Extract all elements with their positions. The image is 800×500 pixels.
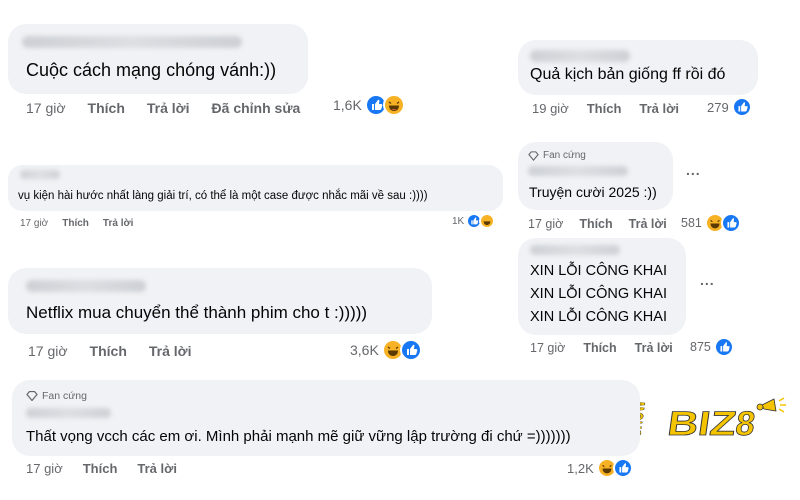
reaction-count[interactable]: 3,6K	[350, 339, 422, 361]
comment-time[interactable]: 17 giờ	[20, 218, 48, 229]
like-link[interactable]: Thích	[587, 101, 622, 116]
blurred-author-name	[26, 280, 146, 292]
edited-label: Đã chỉnh sửa	[211, 100, 301, 116]
like-link[interactable]: Thích	[579, 217, 612, 231]
comment-bubble	[8, 268, 432, 334]
like-reaction-icon	[399, 339, 422, 361]
comment-line: XIN LỖI CÔNG KHAI	[530, 286, 667, 302]
like-reaction-icon	[612, 458, 633, 478]
logo-text-8: 8	[733, 405, 757, 443]
reaction-count[interactable]: 279	[707, 97, 752, 117]
reply-link[interactable]: Trả lời	[147, 100, 190, 116]
reply-link[interactable]: Trả lời	[137, 461, 177, 476]
fan-badge-label: Fan cứng	[543, 150, 586, 161]
reaction-count[interactable]: 875	[690, 337, 734, 357]
like-link[interactable]: Thích	[583, 341, 616, 355]
reaction-count-value: 3,6K	[350, 342, 379, 358]
fan-badge: Fan cứng	[26, 390, 87, 402]
comment-time[interactable]: 17 giờ	[26, 100, 66, 116]
comment-line: XIN LỖI CÔNG KHAI	[530, 309, 667, 325]
megaphone-icon	[756, 397, 786, 413]
comment-meta: 17 giờ Thích Trả lời	[20, 218, 155, 229]
comment-time[interactable]: 17 giờ	[528, 217, 563, 231]
reply-link[interactable]: Trả lời	[103, 218, 133, 229]
reaction-count-value: 1K	[452, 215, 465, 227]
like-reaction-icon	[713, 337, 734, 357]
comment-bubble	[8, 24, 308, 94]
diamond-icon	[26, 391, 38, 401]
comment-time[interactable]: 19 giờ	[532, 101, 569, 116]
comment-text: Truyện cười 2025 :))	[529, 184, 657, 200]
comment-bubble	[8, 165, 503, 211]
comment-text: vụ kiện hài hước nhất làng giải trí, có …	[18, 190, 428, 202]
comment-meta: 17 giờ Thích Trả lời	[528, 217, 689, 231]
like-link[interactable]: Thích	[83, 461, 118, 476]
reaction-count[interactable]: 1,6K	[333, 94, 405, 116]
comment-text: Cuộc cách mạng chóng vánh:))	[26, 60, 277, 80]
reaction-count-value: 279	[707, 99, 729, 115]
comment-meta: 19 giờ Thích Trả lời	[532, 101, 701, 116]
blurred-author-name	[530, 50, 630, 62]
reply-link[interactable]: Trả lời	[635, 341, 673, 355]
comment-time[interactable]: 17 giờ	[26, 461, 63, 476]
blurred-author-name	[528, 166, 628, 176]
reply-link[interactable]: Trả lời	[149, 343, 192, 359]
comment-line: XIN LỖI CÔNG KHAI	[530, 263, 667, 279]
more-options-button[interactable]: ...	[700, 272, 715, 288]
reply-link[interactable]: Trả lời	[629, 217, 667, 231]
like-reaction-icon	[731, 97, 752, 117]
comment-text: Netflix mua chuyển thể thành phim cho t …	[26, 303, 368, 322]
like-reaction-icon	[720, 213, 741, 233]
reaction-count[interactable]: 1,2K	[567, 458, 633, 478]
reaction-count-value: 1,2K	[567, 460, 594, 476]
comment-meta: 17 giờ Thích Trả lời	[530, 341, 695, 355]
comment-text: Quả kịch bản giống ff rồi đó	[530, 66, 726, 83]
logo-text-show: SHOW	[640, 401, 650, 437]
comment-meta: 17 giờ Thích Trả lời Đã chỉnh sửa	[26, 100, 322, 116]
haha-reaction-icon	[479, 213, 496, 229]
comment-meta: 17 giờ Thích Trả lời	[26, 461, 199, 476]
comment-time[interactable]: 17 giờ	[530, 341, 565, 355]
reply-link[interactable]: Trả lời	[639, 101, 679, 116]
haha-reaction-icon	[382, 94, 405, 116]
like-link[interactable]: Thích	[90, 343, 127, 359]
blurred-author-name	[530, 245, 620, 255]
like-link[interactable]: Thích	[62, 218, 89, 229]
showbiz-logo: SHOW BIZ 8	[620, 395, 790, 450]
comment-text: Thất vọng vcch các em ơi. Mình phải mạnh…	[26, 428, 571, 445]
comment-meta: 17 giờ Thích Trả lời	[28, 343, 214, 359]
reaction-count[interactable]: 581	[681, 213, 741, 233]
reaction-count-value: 875	[690, 340, 711, 354]
like-link[interactable]: Thích	[88, 100, 125, 116]
comment-time[interactable]: 17 giờ	[28, 343, 68, 359]
fan-badge: Fan cứng	[528, 150, 586, 161]
blurred-author-name	[26, 408, 111, 418]
reaction-count-value: 581	[681, 216, 702, 230]
reaction-count-value: 1,6K	[333, 97, 362, 113]
blurred-author-name	[20, 170, 60, 179]
blurred-author-name	[22, 36, 242, 48]
fan-badge-label: Fan cứng	[42, 390, 87, 402]
diamond-icon	[528, 150, 539, 161]
reaction-count[interactable]: 1K	[452, 213, 496, 229]
more-options-button[interactable]: ...	[686, 162, 701, 178]
logo-text-biz: BIZ	[665, 405, 738, 443]
